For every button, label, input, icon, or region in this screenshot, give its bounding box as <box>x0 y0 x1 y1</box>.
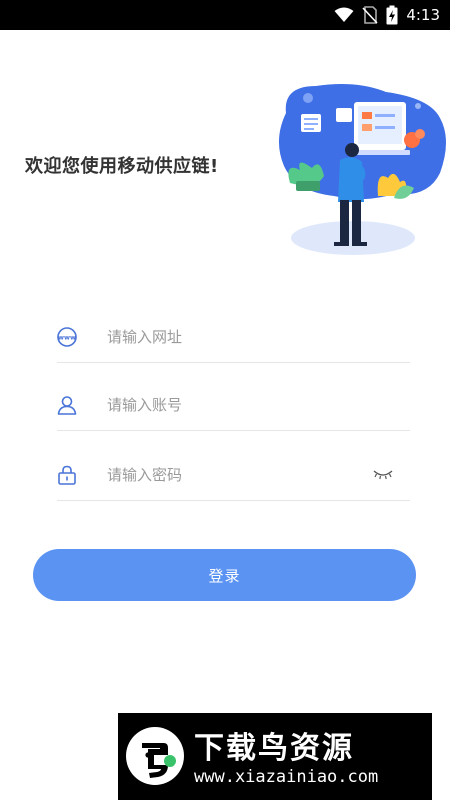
battery-charging-icon <box>386 5 398 25</box>
watermark-title: 下载鸟资源 <box>194 731 354 766</box>
watermark-url: www.xiazainiao.com <box>194 767 379 787</box>
hero-illustration <box>278 84 446 255</box>
watermark-banner: 下载鸟资源 www.xiazainiao.com <box>118 713 432 800</box>
no-sim-icon <box>362 6 378 24</box>
password-input[interactable] <box>107 460 367 490</box>
status-icons: 4:13 <box>334 0 440 30</box>
url-input[interactable] <box>107 322 367 352</box>
bird-logo-icon <box>126 727 184 785</box>
status-time: 4:13 <box>406 6 440 24</box>
www-icon: www <box>57 327 77 347</box>
login-button[interactable]: 登录 <box>33 549 416 601</box>
user-icon <box>57 396 77 415</box>
eye-closed-icon[interactable] <box>372 466 394 482</box>
account-input[interactable] <box>107 390 367 420</box>
wifi-icon <box>334 7 354 22</box>
account-field <box>57 382 410 431</box>
welcome-heading: 欢迎您使用移动供应链! <box>25 156 219 177</box>
password-field <box>57 452 410 501</box>
url-field: www <box>57 314 410 363</box>
lock-icon <box>58 465 76 485</box>
status-bar: 4:13 <box>0 0 450 30</box>
svg-text:www: www <box>58 334 76 342</box>
